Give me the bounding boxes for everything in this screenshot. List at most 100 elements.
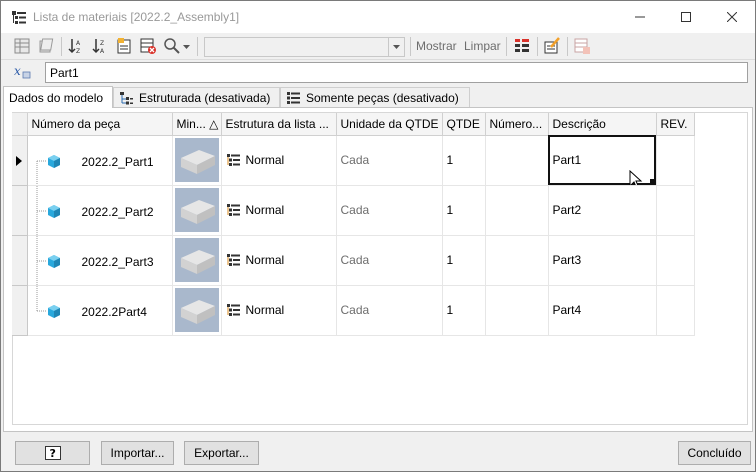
table-row[interactable]: 2022.2_Part2 Normal Cada 1 Part2: [12, 185, 695, 236]
filter-combo[interactable]: [204, 37, 405, 57]
item-number-cell[interactable]: [485, 235, 549, 286]
bom-structure-text: Normal: [245, 253, 285, 267]
bom-window: Lista de materiais [2022.2_Assembly1] AZ…: [0, 0, 756, 472]
column-header-part-number[interactable]: Número da peça: [27, 113, 173, 136]
tab-model-data[interactable]: Dados do modelo: [3, 86, 113, 108]
tab-label: Somente peças (desativado): [306, 90, 459, 105]
bom-structure-text: Normal: [245, 153, 285, 167]
tab-structured[interactable]: Estruturada (desativada): [113, 87, 280, 107]
sort-ascending-icon[interactable]: AZ: [67, 37, 85, 55]
qty-cell[interactable]: 1: [442, 135, 486, 186]
done-button[interactable]: Concluído: [678, 441, 751, 465]
part-number-cell[interactable]: 2022.2_Part3: [27, 235, 173, 286]
copy-icon[interactable]: [37, 37, 55, 55]
row-header[interactable]: [12, 235, 28, 286]
table-row[interactable]: 2022.2Part4 Normal Cada 1 Part4: [12, 285, 695, 336]
part-thumbnail: [174, 188, 219, 232]
bom-structure-cell[interactable]: Normal: [221, 135, 337, 186]
rev-cell[interactable]: [656, 285, 695, 336]
row-header[interactable]: [12, 135, 28, 186]
tab-label: Dados do modelo: [9, 90, 104, 105]
bom-structure-cell[interactable]: Normal: [221, 235, 337, 286]
formula-bar: x: [1, 60, 755, 86]
qty-unit-cell[interactable]: Cada: [336, 135, 443, 186]
description-cell[interactable]: Part4: [548, 285, 657, 336]
tab-parts-only[interactable]: Somente peças (desativado): [280, 87, 470, 107]
part-number-cell[interactable]: 2022.2Part4: [27, 285, 173, 336]
qty-cell[interactable]: 1: [442, 235, 486, 286]
description-text: Part1: [552, 153, 582, 167]
show-button[interactable]: Mostrar: [416, 39, 457, 53]
export-button[interactable]: Exportar...: [184, 441, 259, 465]
bom-structure-cell[interactable]: Normal: [221, 285, 337, 336]
part-thumbnail: [174, 288, 219, 332]
toolbar-separator: [537, 37, 538, 56]
renumber-icon[interactable]: [115, 37, 133, 55]
description-cell[interactable]: Part1: [548, 135, 657, 186]
column-header-bom-structure[interactable]: Estrutura da lista ...: [221, 113, 337, 136]
qty-cell[interactable]: 1: [442, 185, 486, 236]
edit-properties-icon[interactable]: [543, 37, 561, 55]
maximize-button[interactable]: [663, 1, 709, 33]
combo-arrow[interactable]: [388, 38, 404, 56]
thumbnail-cell: [172, 185, 222, 236]
table-icon[interactable]: [13, 37, 31, 55]
bom-table: Número da peça Min... △ Estrutura da lis…: [12, 113, 695, 336]
model-data-panel: Número da peça Min... △ Estrutura da lis…: [3, 107, 753, 432]
column-header-rev[interactable]: REV.: [656, 113, 695, 136]
qty-unit-cell[interactable]: Cada: [336, 235, 443, 286]
fill-handle[interactable]: [649, 178, 655, 184]
bom-structure-icon: [226, 254, 240, 266]
qty-unit-cell[interactable]: Cada: [336, 285, 443, 336]
part-number-cell[interactable]: 2022.2_Part2: [27, 185, 173, 236]
formula-input[interactable]: [45, 62, 748, 83]
formula-icon[interactable]: x: [13, 63, 33, 81]
part-number-text: 2022.2_Part2: [81, 204, 154, 219]
column-header-item-number[interactable]: Número...: [485, 113, 549, 136]
row-header[interactable]: [12, 285, 28, 336]
find-dropdown-icon[interactable]: [183, 45, 190, 50]
part-icon: [47, 204, 60, 218]
table-row[interactable]: 2022.2_Part1 Normal Cada 1 Part1: [12, 135, 695, 186]
close-button[interactable]: [709, 1, 755, 33]
qty-unit-cell[interactable]: Cada: [336, 185, 443, 236]
part-icon: [47, 304, 60, 318]
table-row[interactable]: 2022.2_Part3 Normal Cada 1 Part3: [12, 235, 695, 286]
thumbnail-cell: [172, 135, 222, 186]
delete-table-icon[interactable]: [139, 37, 157, 55]
import-button[interactable]: Importar...: [101, 441, 174, 465]
bom-structure-cell[interactable]: Normal: [221, 185, 337, 236]
window-title: Lista de materiais [2022.2_Assembly1]: [33, 10, 240, 24]
rev-cell[interactable]: [656, 235, 695, 286]
bom-structure-text: Normal: [245, 203, 285, 217]
column-header-qty-unit[interactable]: Unidade da QTDE: [336, 113, 443, 136]
column-header-thumbnail[interactable]: Min... △: [172, 113, 222, 136]
sort-descending-icon[interactable]: ZA: [91, 37, 109, 55]
clear-button[interactable]: Limpar: [464, 39, 501, 53]
find-icon[interactable]: [163, 37, 181, 55]
item-number-cell[interactable]: [485, 135, 549, 186]
qty-cell[interactable]: 1: [442, 285, 486, 336]
rev-cell[interactable]: [656, 185, 695, 236]
column-header-qty[interactable]: QTDE: [442, 113, 486, 136]
help-button[interactable]: ?: [15, 441, 90, 465]
toolbar-separator: [567, 37, 568, 56]
row-header[interactable]: [12, 185, 28, 236]
svg-text:A: A: [100, 48, 105, 55]
minimize-button[interactable]: [617, 1, 663, 33]
column-chooser-icon[interactable]: [513, 37, 531, 55]
part-number-cell[interactable]: 2022.2_Part1: [27, 135, 173, 186]
export-table-icon[interactable]: [573, 37, 591, 55]
svg-text:A: A: [76, 40, 81, 47]
bom-structure-text: Normal: [245, 303, 285, 317]
part-icon: [47, 154, 60, 168]
rev-cell[interactable]: [656, 135, 695, 186]
column-header-description[interactable]: Descrição: [548, 113, 657, 136]
description-cell[interactable]: Part2: [548, 185, 657, 236]
description-cell[interactable]: Part3: [548, 235, 657, 286]
bom-structure-icon: [226, 204, 240, 216]
part-number-text: 2022.2_Part3: [81, 254, 154, 269]
item-number-cell[interactable]: [485, 185, 549, 236]
minimize-icon: [635, 16, 645, 18]
item-number-cell[interactable]: [485, 285, 549, 336]
